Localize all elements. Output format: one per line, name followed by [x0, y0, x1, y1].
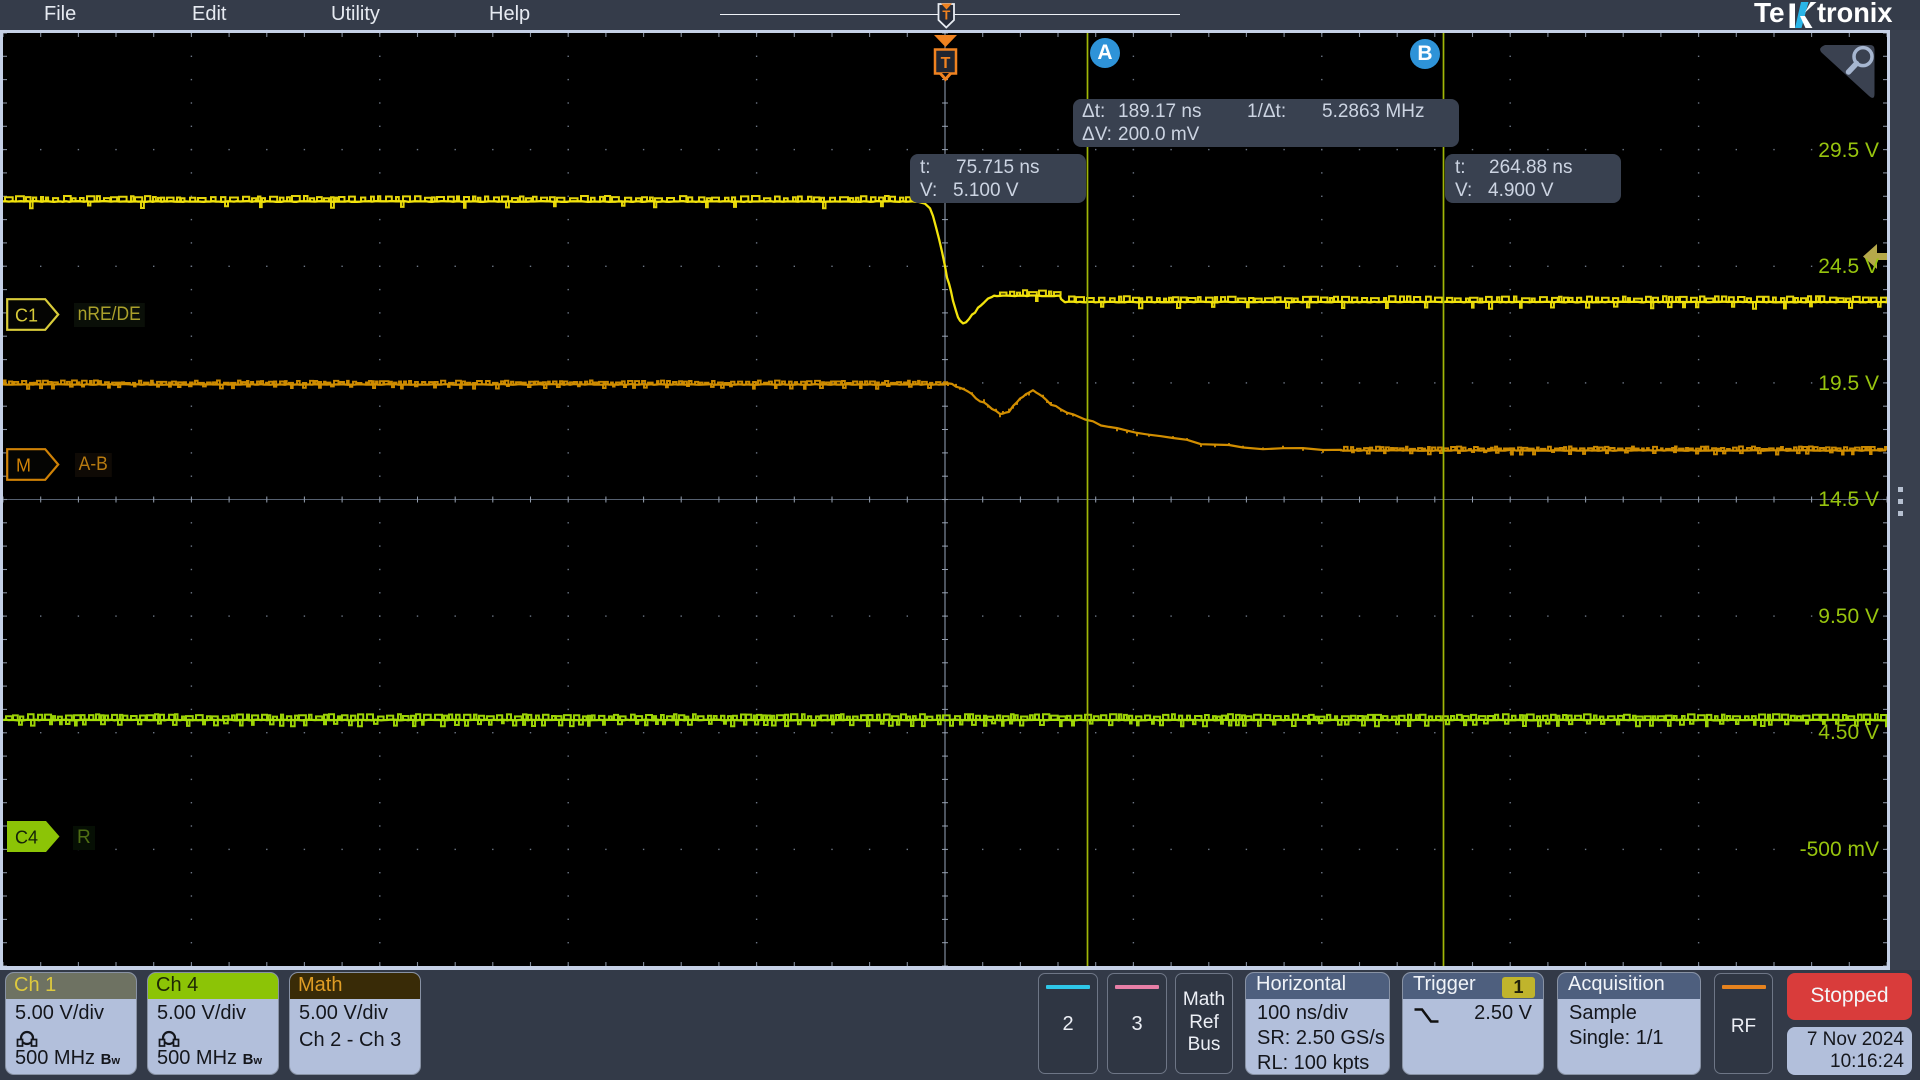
svg-text:M: M: [16, 456, 31, 476]
svg-text:C1: C1: [15, 306, 38, 326]
svg-text:T: T: [941, 55, 951, 72]
svg-text:T: T: [942, 8, 950, 23]
svg-text:C4: C4: [15, 828, 38, 848]
